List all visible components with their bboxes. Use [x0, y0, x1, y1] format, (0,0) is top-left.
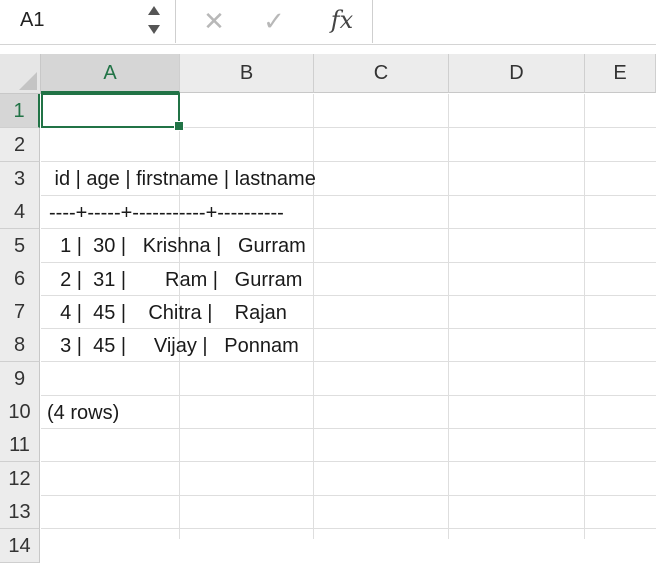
row-gridline — [41, 262, 656, 263]
row-header-2[interactable]: 2 — [0, 128, 40, 162]
cell-a4[interactable]: 1 | 30 | Krishna | Gurram — [49, 235, 306, 258]
column-header-c[interactable]: C — [314, 54, 449, 93]
separator — [372, 0, 373, 43]
row-header-1[interactable]: 1 — [0, 94, 40, 128]
row-header-11[interactable]: 11 — [0, 428, 40, 462]
separator — [175, 0, 176, 43]
fill-handle[interactable] — [174, 121, 184, 131]
cell-a3[interactable]: ----+-----+-----------+---------- — [49, 202, 284, 225]
row-header-13[interactable]: 13 — [0, 495, 40, 529]
column-header-a[interactable]: A — [41, 54, 180, 93]
row-header-8[interactable]: 8 — [0, 328, 40, 362]
row-header-12[interactable]: 12 — [0, 462, 40, 496]
row-gridline — [41, 328, 656, 329]
cell-a9[interactable]: (4 rows) — [47, 402, 119, 425]
spreadsheet-grid: A B C D E 1 2 3 4 5 6 7 8 9 10 11 12 13 14 id | age |… — [0, 54, 656, 563]
row-gridline — [41, 528, 656, 529]
formula-input[interactable] — [386, 0, 656, 43]
selected-cell-a1[interactable] — [41, 93, 180, 128]
column-gridline — [584, 94, 585, 539]
column-header-d[interactable]: D — [449, 54, 585, 93]
row-gridline — [41, 495, 656, 496]
row-gridline — [41, 395, 656, 396]
confirm-icon[interactable]: ✓ — [256, 2, 292, 40]
select-all-button[interactable] — [0, 54, 41, 94]
row-header-5[interactable]: 5 — [0, 229, 40, 263]
row-header-4[interactable]: 4 — [0, 195, 40, 229]
row-gridline — [41, 461, 656, 462]
cancel-icon[interactable]: ✕ — [196, 2, 232, 40]
row-gridline — [41, 161, 656, 162]
row-header-10[interactable]: 10 — [0, 395, 40, 429]
cell-a5[interactable]: 2 | 31 | Ram | Gurram — [49, 269, 302, 292]
row-header-9[interactable]: 9 — [0, 362, 40, 396]
cell-a2[interactable]: id | age | firstname | lastname — [49, 168, 316, 191]
cell-area[interactable]: id | age | firstname | lastname ----+---… — [41, 94, 656, 539]
column-gridline — [313, 94, 314, 539]
row-header-14[interactable]: 14 — [0, 529, 40, 563]
cell-a7[interactable]: 3 | 45 | Vijay | Ponnam — [49, 335, 299, 358]
column-gridline — [448, 94, 449, 539]
row-gridline — [41, 295, 656, 296]
row-gridline — [41, 361, 656, 362]
row-header-7[interactable]: 7 — [0, 295, 40, 329]
name-box-value: A1 — [20, 9, 45, 31]
name-box[interactable]: A1 — [0, 0, 170, 43]
column-header-e[interactable]: E — [585, 54, 656, 93]
cell-a6[interactable]: 4 | 45 | Chitra | Rajan — [49, 302, 287, 325]
chevron-down-icon — [148, 25, 160, 34]
formula-bar: A1 ✕ ✓ fx — [0, 0, 656, 45]
select-all-icon — [19, 72, 37, 90]
row-gridline — [41, 428, 656, 429]
row-gridline — [41, 195, 656, 196]
row-header-3[interactable]: 3 — [0, 162, 40, 196]
insert-function-button[interactable]: fx — [322, 2, 362, 40]
name-box-dropdown[interactable] — [146, 3, 162, 39]
row-header-6[interactable]: 6 — [0, 262, 40, 296]
chevron-up-icon — [148, 6, 160, 15]
row-gridline — [41, 228, 656, 229]
column-header-b[interactable]: B — [180, 54, 314, 93]
